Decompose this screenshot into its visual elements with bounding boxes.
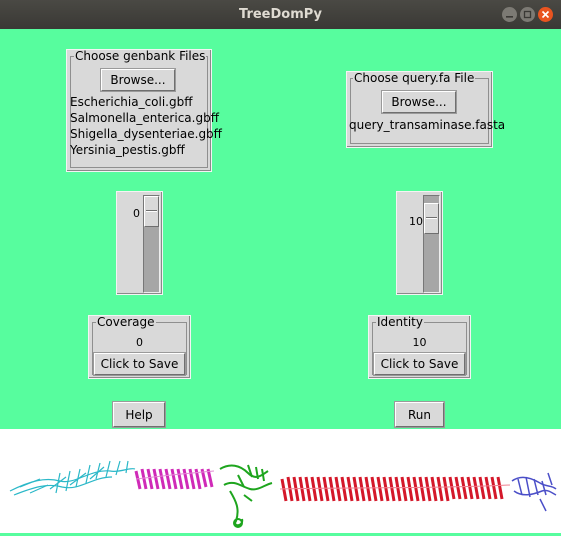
title-bar[interactable]: TreeDomPy (0, 0, 561, 29)
coverage-value: 0 (136, 336, 143, 349)
query-panel: Choose query.fa File Browse... query_tra… (346, 71, 505, 148)
coverage-scale-value: 0 (133, 207, 140, 220)
identity-panel: Identity 10 Click to Save (368, 315, 471, 379)
help-button[interactable]: Help (112, 401, 166, 428)
identity-scale-trough[interactable] (423, 195, 440, 293)
identity-scale-slider[interactable] (424, 203, 439, 234)
genbank-browse-button[interactable]: Browse... (100, 68, 176, 92)
genbank-file-1: Escherichia_coli.gbff (70, 95, 193, 109)
genbank-panel: Choose genbank Files Browse... Escherich… (66, 49, 222, 172)
coverage-save-button[interactable]: Click to Save (93, 352, 186, 376)
protein-structure-image (0, 429, 561, 533)
genbank-file-4: Yersinia_pestis.gbff (70, 143, 185, 157)
identity-legend: Identity (376, 315, 424, 329)
coverage-legend: Coverage (96, 315, 156, 329)
run-button[interactable]: Run (394, 401, 445, 428)
close-icon[interactable] (538, 7, 553, 22)
minimize-icon[interactable] (502, 7, 517, 22)
genbank-file-2: Salmonella_enterica.gbff (70, 111, 219, 125)
query-legend: Choose query.fa File (353, 71, 476, 85)
identity-save-button[interactable]: Click to Save (373, 352, 466, 376)
identity-scale[interactable]: 10 (396, 191, 443, 295)
coverage-scale-trough[interactable] (143, 195, 160, 293)
genbank-file-3: Shigella_dysenteriae.gbff (70, 127, 222, 141)
query-browse-button[interactable]: Browse... (381, 90, 457, 114)
query-file: query_transaminase.fasta (349, 118, 506, 132)
coverage-scale[interactable]: 0 (116, 191, 163, 295)
genbank-legend: Choose genbank Files (74, 49, 207, 63)
maximize-icon[interactable] (520, 7, 535, 22)
coverage-panel: Coverage 0 Click to Save (88, 315, 191, 379)
coverage-scale-slider[interactable] (144, 196, 159, 227)
main-window: Choose genbank Files Browse... Escherich… (0, 29, 561, 533)
identity-value: 10 (412, 336, 427, 349)
identity-scale-value: 10 (409, 215, 423, 228)
window-title: TreeDomPy (239, 7, 322, 22)
protein-ribbon-illustration (9, 460, 557, 528)
